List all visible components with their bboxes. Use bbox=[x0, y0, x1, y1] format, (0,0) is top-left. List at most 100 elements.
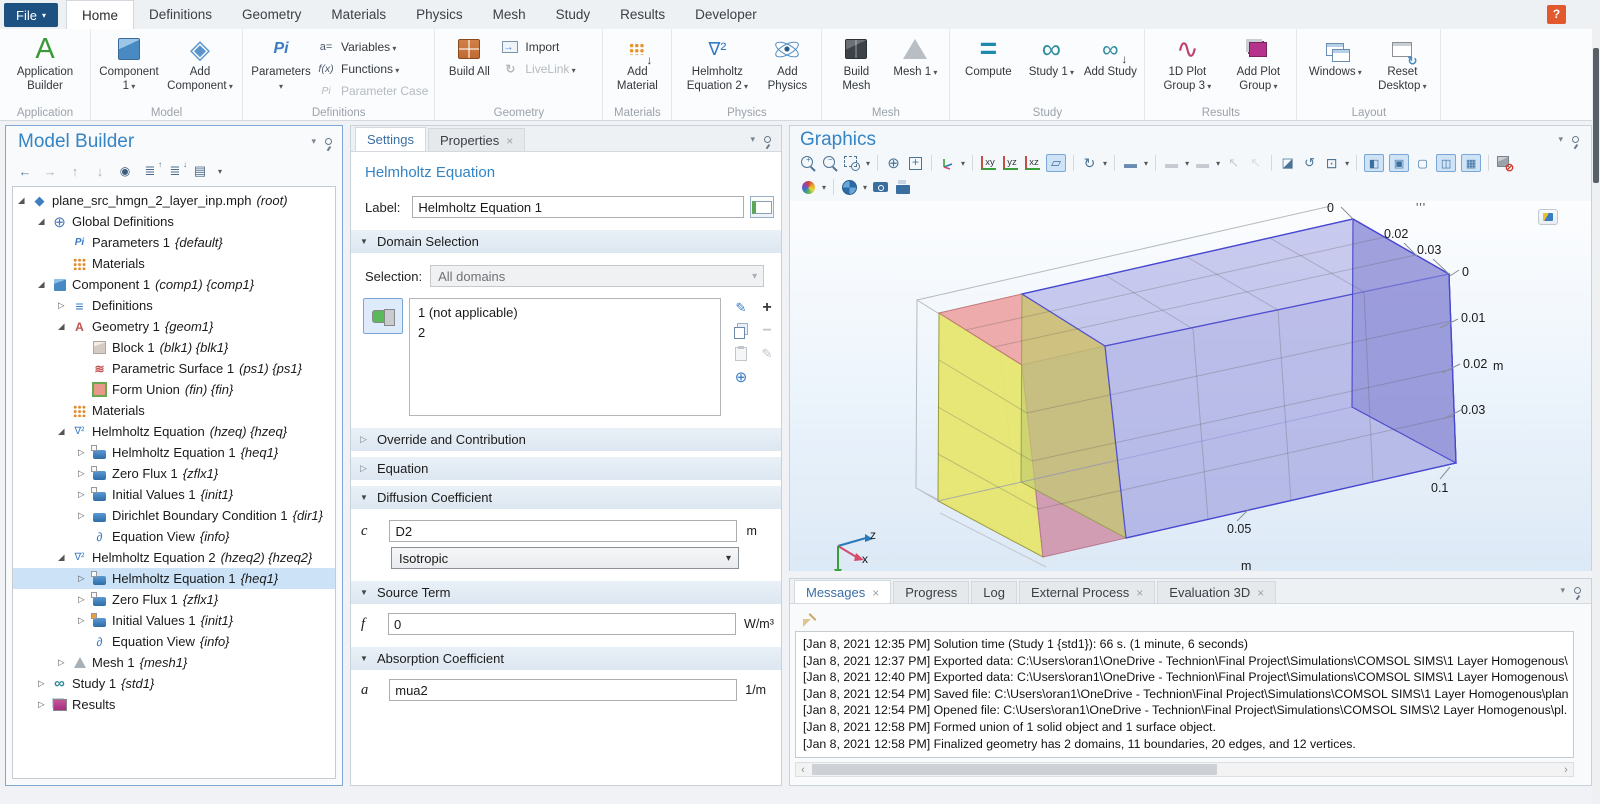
panel-menu-icon[interactable]: ▾ bbox=[1558, 134, 1563, 145]
tab-evaluation-3d[interactable]: Evaluation 3D bbox=[1157, 581, 1276, 603]
build-all-button[interactable]: Build All bbox=[441, 31, 497, 105]
tree-row[interactable]: ◢Geometry 1{geom1} bbox=[13, 316, 335, 337]
pin-icon[interactable] bbox=[325, 138, 332, 145]
tab-definitions[interactable]: Definitions bbox=[134, 0, 227, 29]
tree-row[interactable]: ◢Helmholtz Equation(hzeq) {hzeq} bbox=[13, 421, 335, 442]
close-icon[interactable] bbox=[506, 133, 513, 148]
panel-menu-icon[interactable]: ▾ bbox=[1560, 585, 1565, 596]
clear-messages-icon[interactable] bbox=[802, 612, 818, 628]
zoom-to-selection-icon[interactable] bbox=[733, 369, 749, 385]
tab-geometry[interactable]: Geometry bbox=[227, 0, 316, 29]
active-toggle-button[interactable] bbox=[363, 298, 403, 334]
camera-icon[interactable] bbox=[872, 178, 889, 196]
tree-row[interactable]: Block 1(blk1) {blk1} bbox=[13, 337, 335, 358]
perspective-toggle[interactable] bbox=[1046, 154, 1066, 172]
expander-icon[interactable]: ▷ bbox=[58, 300, 71, 311]
expander-icon[interactable]: ▷ bbox=[78, 468, 91, 479]
tree-row[interactable]: Equation View{info} bbox=[13, 631, 335, 652]
view-toggle-1[interactable] bbox=[1364, 154, 1384, 172]
remove-from-selection-icon[interactable] bbox=[759, 323, 775, 339]
window-scrollbar-thumb[interactable] bbox=[1593, 48, 1599, 183]
chevron-down-icon[interactable]: ▾ bbox=[1144, 159, 1148, 168]
expander-icon[interactable]: ▷ bbox=[38, 699, 51, 710]
tab-physics[interactable]: Physics bbox=[401, 0, 478, 29]
add-material-button[interactable]: Add Material bbox=[609, 31, 665, 105]
chevron-down-icon[interactable]: ▾ bbox=[866, 159, 870, 168]
chevron-down-icon[interactable]: ▾ bbox=[1345, 159, 1349, 168]
tree-row[interactable]: ▷Initial Values 1{init1} bbox=[13, 610, 335, 631]
add-study-button[interactable]: Add Study bbox=[1082, 31, 1138, 105]
tree-row[interactable]: ▷Results bbox=[13, 694, 335, 715]
chevron-down-icon[interactable]: ▾ bbox=[1103, 159, 1107, 168]
tree-row[interactable]: Materials bbox=[13, 253, 335, 274]
expander-icon[interactable]: ◢ bbox=[58, 552, 71, 563]
rotate-view-icon[interactable] bbox=[1081, 154, 1098, 172]
tree-row[interactable]: ▷Zero Flux 1{zflx1} bbox=[13, 463, 335, 484]
rename-button[interactable] bbox=[750, 196, 774, 218]
scroll-left-icon[interactable]: ‹ bbox=[796, 764, 810, 776]
variables-button[interactable]: Variables bbox=[316, 38, 428, 56]
scene-light-icon[interactable] bbox=[1122, 154, 1139, 172]
tree-row[interactable]: ▷Zero Flux 1{zflx1} bbox=[13, 589, 335, 610]
expander-icon[interactable]: ▷ bbox=[78, 594, 91, 605]
mesh-1-button[interactable]: Mesh 1 bbox=[887, 31, 943, 105]
expander-icon[interactable]: ◢ bbox=[38, 279, 51, 290]
expander-icon[interactable]: ▷ bbox=[38, 678, 51, 689]
scroll-right-icon[interactable]: › bbox=[1559, 764, 1573, 776]
tree-row[interactable]: ▷Definitions bbox=[13, 295, 335, 316]
zoom-out-icon[interactable]: − bbox=[822, 154, 839, 172]
graphics-canvas[interactable]: 0 0.02 0.03 ''' 0 0.01 0.02 m 0.03 0.05 … bbox=[790, 201, 1591, 571]
expander-icon[interactable]: ◢ bbox=[58, 426, 71, 437]
copy-selection-icon[interactable] bbox=[733, 323, 749, 339]
section-domain-selection[interactable]: Domain Selection bbox=[351, 230, 781, 253]
functions-button[interactable]: Functions bbox=[316, 60, 428, 78]
label-input[interactable] bbox=[412, 196, 744, 218]
view-toggle-5[interactable] bbox=[1461, 154, 1481, 172]
close-icon[interactable] bbox=[872, 585, 879, 600]
application-builder-button[interactable]: Application Builder bbox=[6, 31, 84, 105]
study-1-button[interactable]: Study 1 bbox=[1023, 31, 1079, 105]
tab-materials[interactable]: Materials bbox=[316, 0, 401, 29]
panel-menu-icon[interactable]: ▾ bbox=[750, 134, 755, 145]
tree-row[interactable]: Parameters 1{default} bbox=[13, 232, 335, 253]
expander-icon[interactable]: ▷ bbox=[78, 447, 91, 458]
plot-group-3-button[interactable]: 1D Plot Group 3 bbox=[1151, 31, 1223, 105]
diffusion-type-dropdown[interactable]: Isotropic bbox=[391, 547, 739, 569]
expander-icon[interactable]: ◢ bbox=[18, 195, 31, 206]
expander-icon[interactable]: ▷ bbox=[78, 489, 91, 500]
view-yz-icon[interactable] bbox=[1002, 154, 1019, 172]
source-input[interactable] bbox=[388, 613, 736, 635]
add-component-button[interactable]: Add Component bbox=[164, 31, 236, 105]
tree-row[interactable]: ◢plane_src_hmgn_2_layer_inp.mph(root) bbox=[13, 190, 335, 211]
scrollbar-thumb[interactable] bbox=[812, 764, 1217, 775]
zoom-in-icon[interactable]: + bbox=[800, 154, 817, 172]
domain-list-item[interactable]: 2 bbox=[410, 322, 720, 342]
expander-icon[interactable]: ▷ bbox=[58, 657, 71, 668]
tab-study[interactable]: Study bbox=[541, 0, 606, 29]
view-xz-icon[interactable] bbox=[1024, 154, 1041, 172]
section-source[interactable]: Source Term bbox=[351, 581, 781, 604]
component-1-button[interactable]: Component 1 bbox=[97, 31, 161, 105]
tree-row[interactable]: Parametric Surface 1(ps1) {ps1} bbox=[13, 358, 335, 379]
tree-row[interactable]: ▷Initial Values 1{init1} bbox=[13, 484, 335, 505]
section-absorption[interactable]: Absorption Coefficient bbox=[351, 647, 781, 670]
add-plot-group-button[interactable]: Add Plot Group bbox=[1226, 31, 1290, 105]
expander-icon[interactable]: ◢ bbox=[38, 216, 51, 227]
create-selection-icon[interactable] bbox=[733, 300, 749, 316]
parameters-button[interactable]: Parameters bbox=[249, 31, 313, 105]
tree-row[interactable]: Materials bbox=[13, 400, 335, 421]
absorption-input[interactable] bbox=[389, 679, 737, 701]
build-mesh-button[interactable]: Build Mesh bbox=[828, 31, 884, 105]
zoom-box-icon[interactable] bbox=[844, 154, 861, 172]
add-physics-button[interactable]: Add Physics bbox=[759, 31, 815, 105]
print-icon[interactable] bbox=[894, 178, 911, 196]
expander-icon[interactable]: ◢ bbox=[58, 321, 71, 332]
tab-properties[interactable]: Properties bbox=[428, 128, 525, 151]
chevron-down-icon[interactable]: ▾ bbox=[863, 183, 867, 192]
move-up-icon[interactable] bbox=[68, 164, 82, 179]
tab-messages[interactable]: Messages bbox=[794, 580, 891, 603]
tree-settings-icon[interactable] bbox=[193, 163, 207, 179]
file-menu-button[interactable]: File bbox=[4, 3, 58, 27]
domain-list-item[interactable]: 1 (not applicable) bbox=[410, 302, 720, 322]
default-view-button[interactable] bbox=[1538, 209, 1558, 225]
